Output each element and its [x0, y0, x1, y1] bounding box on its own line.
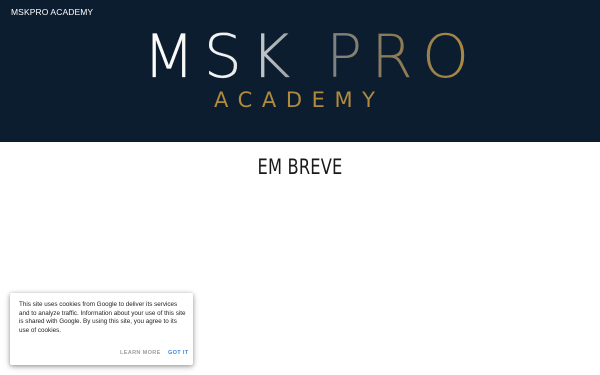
logo-text-pro: PRO	[326, 22, 479, 92]
got-it-button[interactable]: GOT IT	[168, 350, 188, 356]
cookie-message: This site uses cookies from Google to de…	[19, 301, 186, 334]
learn-more-button[interactable]: LEARN MORE	[120, 350, 161, 356]
site-header: MSK PRO ACADEMY MSK PRO ACADEMY	[0, 0, 600, 142]
page-title: EM BREVE	[257, 155, 343, 179]
logo-text-msk: MSK	[143, 22, 300, 92]
logo-subtitle: ACADEMY	[214, 88, 385, 112]
cookie-banner: This site uses cookies from Google to de…	[10, 293, 193, 365]
logo: MSK PRO ACADEMY	[0, 0, 600, 142]
